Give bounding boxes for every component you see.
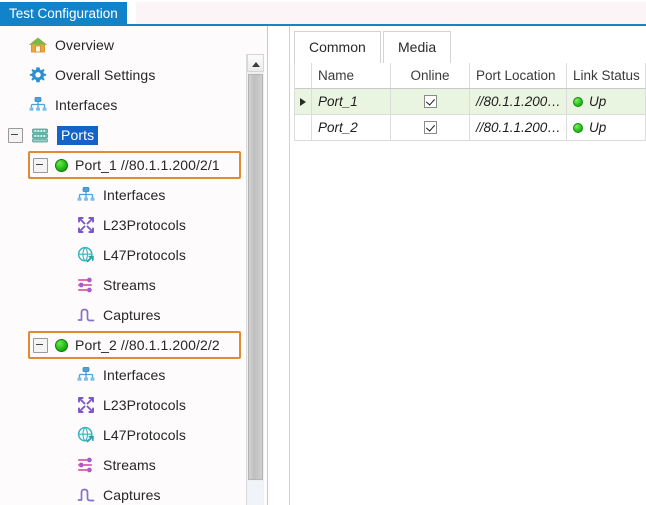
- tree-item-interfaces[interactable]: Interfaces: [76, 360, 165, 390]
- arrows-icon: [76, 395, 96, 415]
- tab-media[interactable]: Media: [383, 31, 452, 63]
- waveform-icon: [76, 305, 96, 325]
- table-row[interactable]: Port_2 //80.1.1.200… Up: [294, 115, 646, 141]
- link-status-label: Up: [589, 94, 607, 109]
- cell-port-location[interactable]: //80.1.1.200…: [470, 89, 567, 115]
- tree-item-label: Port_1 //80.1.1.200/2/1: [75, 157, 220, 173]
- scrollbar-thumb[interactable]: [248, 74, 263, 480]
- title-bar-background: [136, 2, 646, 24]
- tree-item-l47protocols[interactable]: L47Protocols: [76, 240, 186, 270]
- tree-item-label: L47Protocols: [103, 427, 186, 443]
- link-status-dot-icon: [573, 96, 583, 107]
- tree-item-label: Port_2 //80.1.1.200/2/2: [75, 337, 220, 353]
- tab-common[interactable]: Common: [294, 31, 381, 63]
- cell-name[interactable]: Port_2: [312, 115, 391, 141]
- grid-header-name[interactable]: Name: [312, 63, 391, 89]
- tree-item-ports[interactable]: Ports: [8, 120, 99, 150]
- details-tab-strip: Common Media: [290, 31, 646, 63]
- title-bar: Test Configuration: [0, 0, 646, 26]
- expander-collapse-icon[interactable]: [33, 337, 48, 353]
- port-status-dot-icon: [55, 338, 68, 352]
- grid-left-edge: [294, 63, 295, 141]
- tree-item-label: Overall Settings: [55, 67, 156, 83]
- row-indicator-cell[interactable]: [294, 115, 312, 141]
- network-icon: [76, 365, 96, 385]
- globe-icon: [76, 245, 96, 265]
- link-status-label: Up: [589, 120, 607, 135]
- network-icon: [76, 185, 96, 205]
- table-row[interactable]: Port_1 //80.1.1.200… Up: [294, 89, 646, 115]
- tree-item-label: Overview: [55, 37, 115, 53]
- globe-icon: [76, 425, 96, 445]
- home-icon: [28, 35, 48, 55]
- grid-header-online[interactable]: Online: [391, 63, 470, 89]
- ports-icon: [30, 125, 50, 145]
- cell-online[interactable]: [391, 89, 470, 115]
- tree-item-label: Streams: [103, 277, 156, 293]
- tree-item-interfaces[interactable]: Interfaces: [76, 180, 165, 210]
- tree-item-label: Streams: [103, 457, 156, 473]
- cell-link-status[interactable]: Up: [567, 115, 646, 141]
- ports-data-grid: Name Online Port Location Link Status Po…: [294, 63, 646, 141]
- tree-item-label: Ports: [57, 125, 99, 145]
- tree-item-label: L23Protocols: [103, 217, 186, 233]
- link-status-dot-icon: [573, 122, 583, 133]
- tree-item-overview[interactable]: Overview: [8, 30, 114, 60]
- gear-icon: [28, 65, 48, 85]
- grid-header-link-status[interactable]: Link Status: [567, 63, 646, 89]
- scrollbar-track[interactable]: [248, 481, 263, 505]
- tree-item-interfaces[interactable]: Interfaces: [8, 90, 117, 120]
- tree-item-label: L23Protocols: [103, 397, 186, 413]
- cell-link-status[interactable]: Up: [567, 89, 646, 115]
- tree-item-streams[interactable]: Streams: [76, 450, 156, 480]
- grid-header-indicator: [294, 63, 312, 89]
- cell-port-location[interactable]: //80.1.1.200…: [470, 115, 567, 141]
- network-icon: [28, 95, 48, 115]
- expander-collapse-icon[interactable]: [8, 127, 23, 143]
- title-tab[interactable]: Test Configuration: [0, 2, 127, 26]
- grid-header-port-location[interactable]: Port Location: [470, 63, 567, 89]
- navigation-tree-panel: Overview Overall Settings Interfaces Ports P…: [0, 26, 268, 505]
- tree-item-streams[interactable]: Streams: [76, 270, 156, 300]
- tree-item-l23protocols[interactable]: L23Protocols: [76, 390, 186, 420]
- tree-item-label: Captures: [103, 487, 161, 503]
- scroll-up-arrow-icon[interactable]: [247, 54, 264, 72]
- tree-item-captures[interactable]: Captures: [76, 300, 161, 330]
- sliders-icon: [76, 455, 96, 475]
- port-status-dot-icon: [55, 158, 68, 172]
- tree-item-label: Interfaces: [103, 187, 166, 203]
- row-selector-arrow-icon: [299, 97, 306, 106]
- row-indicator-cell[interactable]: [294, 89, 312, 115]
- tree-vertical-scrollbar[interactable]: [246, 54, 264, 505]
- online-checkbox[interactable]: [423, 95, 437, 108]
- details-panel: Common Media Name Online Port Location L…: [290, 26, 646, 505]
- tree-item-label: L47Protocols: [103, 247, 186, 263]
- tree-item-overall-settings[interactable]: Overall Settings: [8, 60, 155, 90]
- tree-item-label: Interfaces: [55, 97, 118, 113]
- tree-item-l23protocols[interactable]: L23Protocols: [76, 210, 186, 240]
- tree-item-label: Interfaces: [103, 367, 166, 383]
- grid-header-row: Name Online Port Location Link Status: [294, 63, 646, 89]
- expander-collapse-icon[interactable]: [33, 157, 48, 173]
- tree-item-port-2-80-1-1-200-2-2[interactable]: Port_2 //80.1.1.200/2/2: [33, 330, 220, 360]
- tree-item-port-1-80-1-1-200-2-1[interactable]: Port_1 //80.1.1.200/2/1: [33, 150, 220, 180]
- tree-item-l47protocols[interactable]: L47Protocols: [76, 420, 186, 450]
- tree-item-captures[interactable]: Captures: [76, 480, 161, 505]
- online-checkbox[interactable]: [423, 121, 437, 134]
- grid-body: Port_1 //80.1.1.200… Up Port_2 //80.1.1.200……: [294, 89, 646, 141]
- arrows-icon: [76, 215, 96, 235]
- waveform-icon: [76, 485, 96, 505]
- cell-name[interactable]: Port_1: [312, 89, 391, 115]
- tree-item-label: Captures: [103, 307, 161, 323]
- cell-online[interactable]: [391, 115, 470, 141]
- sliders-icon: [76, 275, 96, 295]
